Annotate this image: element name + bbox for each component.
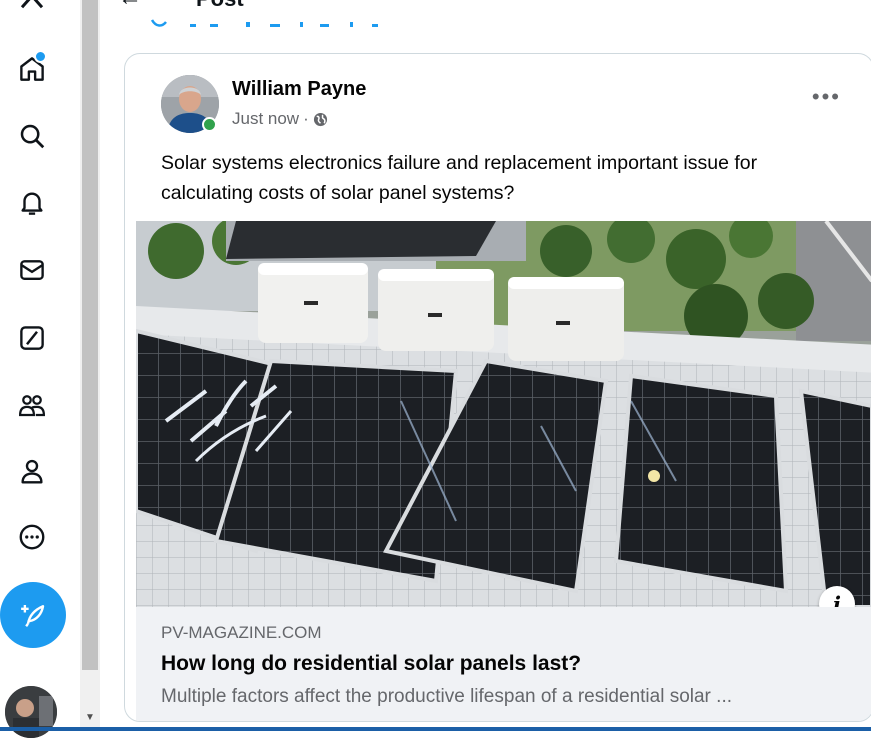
bell-icon[interactable]	[10, 181, 54, 225]
left-nav	[0, 0, 80, 738]
cut-off-link-text	[150, 19, 378, 27]
more-circle-icon[interactable]	[10, 515, 54, 559]
author-name[interactable]: William Payne	[232, 78, 366, 101]
notification-dot	[34, 50, 47, 63]
people-icon[interactable]	[10, 383, 54, 427]
embedded-post-card[interactable]: William Payne Just now · ••• Solar syste…	[124, 53, 871, 722]
mail-icon[interactable]	[10, 248, 54, 292]
post-text: Solar systems electronics failure and re…	[161, 152, 758, 204]
online-status-dot	[202, 117, 217, 132]
link-description: Multiple factors affect the productive l…	[161, 686, 733, 707]
scrollbar-thumb[interactable]	[82, 0, 98, 670]
back-arrow-icon[interactable]: ←	[118, 0, 142, 12]
post-image[interactable]	[136, 221, 871, 607]
link-domain: PV-MAGAZINE.COM	[161, 623, 322, 642]
more-options-button[interactable]: •••	[812, 86, 841, 108]
link-preview[interactable]: PV-MAGAZINE.COM How long do residential …	[136, 607, 871, 721]
x-logo-icon[interactable]	[10, 0, 54, 18]
globe-icon	[313, 112, 327, 126]
post-time[interactable]: Just now	[232, 109, 299, 129]
compose-button[interactable]	[0, 582, 66, 648]
page-title: Post	[196, 0, 244, 12]
home-icon[interactable]	[10, 47, 54, 91]
post-meta: Just now ·	[232, 109, 328, 129]
feather-plus-icon	[21, 605, 45, 627]
window-bottom-border	[0, 727, 871, 731]
grok-icon[interactable]	[10, 316, 54, 360]
link-title[interactable]: How long do residential solar panels las…	[161, 652, 581, 676]
meta-separator: ·	[303, 109, 309, 128]
scroll-down-arrow[interactable]: ▼	[80, 707, 100, 727]
search-icon[interactable]	[10, 114, 54, 158]
person-icon[interactable]	[10, 449, 54, 493]
